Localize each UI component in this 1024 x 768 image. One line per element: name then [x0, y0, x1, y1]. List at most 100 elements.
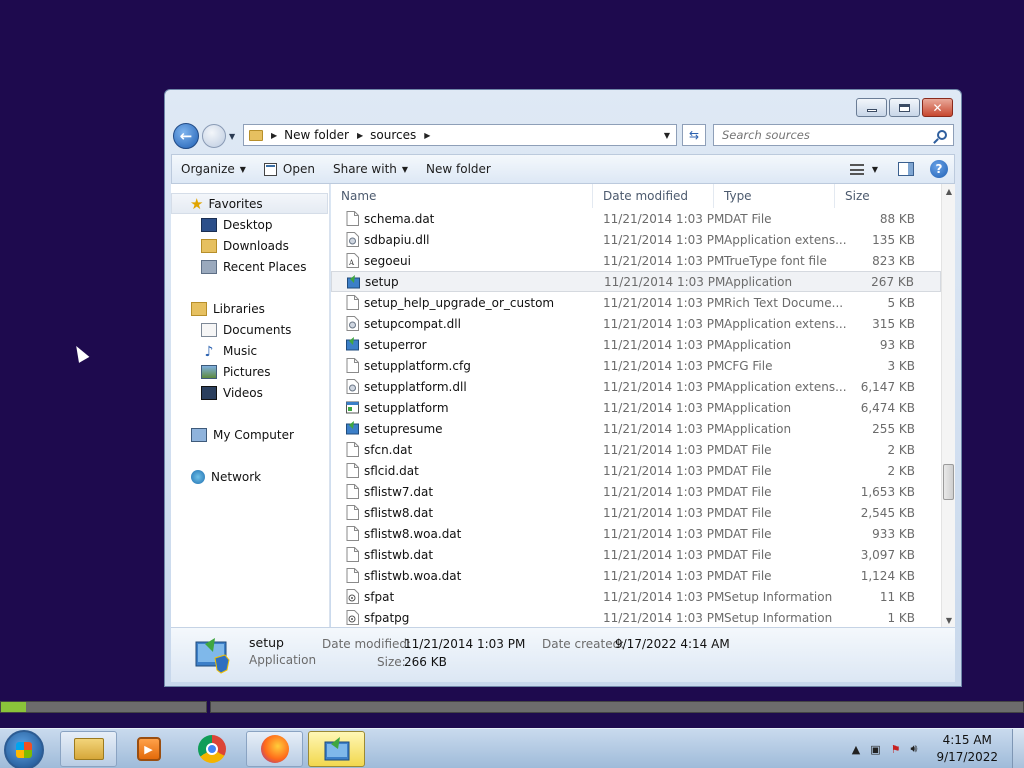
network-status-icon[interactable]: ▣: [870, 743, 880, 756]
taskbar-chrome[interactable]: [183, 731, 240, 767]
clock-time: 4:15 AM: [942, 733, 992, 747]
file-rows: schema.dat 11/21/2014 1:03 PM DAT File 88 K…: [331, 208, 941, 628]
file-row[interactable]: Asegoeui 11/21/2014 1:03 PM TrueType font …: [331, 250, 941, 271]
nav-videos[interactable]: Videos: [171, 382, 328, 403]
chevron-right-icon[interactable]: ▶: [271, 131, 277, 140]
file-row[interactable]: setupplatform.dll 11/21/2014 1:03 PM Appli…: [331, 376, 941, 397]
file-row[interactable]: setup_help_upgrade_or_custom 11/21/2014 1…: [331, 292, 941, 313]
chevron-right-icon[interactable]: ▶: [424, 131, 430, 140]
column-name[interactable]: Name: [331, 184, 593, 208]
file-row[interactable]: sfpat 11/21/2014 1:03 PM Setup Information…: [331, 586, 941, 607]
show-hidden-icons-icon[interactable]: ▲: [852, 743, 860, 756]
forward-button[interactable]: [202, 124, 226, 148]
file-row[interactable]: setuperror 11/21/2014 1:03 PM Application 9…: [331, 334, 941, 355]
back-button[interactable]: ←: [173, 123, 199, 149]
file-row[interactable]: setupplatform 11/21/2014 1:03 PM Applicati…: [331, 397, 941, 418]
organize-button[interactable]: Organize ▼: [172, 155, 255, 183]
file-row[interactable]: sfpatpg 11/21/2014 1:03 PM Setup Informati…: [331, 607, 941, 628]
open-button[interactable]: Open: [255, 155, 324, 183]
file-row[interactable]: sflistwb.dat 11/21/2014 1:03 PM DAT File 3,…: [331, 544, 941, 565]
file-size: 255 KB: [872, 421, 915, 436]
column-size[interactable]: Size: [835, 184, 911, 208]
recent-pages-dropdown[interactable]: ▼: [229, 132, 235, 141]
details-pane: setup Application Date modified: 11/21/2…: [171, 627, 955, 682]
nav-downloads[interactable]: Downloads: [171, 235, 328, 256]
clock[interactable]: 4:15 AM 9/17/2022: [936, 732, 998, 766]
file-row[interactable]: setupplatform.cfg 11/21/2014 1:03 PM CFG F…: [331, 355, 941, 376]
volume-icon[interactable]: 🔊︎: [911, 742, 918, 756]
scroll-up-icon[interactable]: ▲: [942, 184, 956, 198]
file-row[interactable]: setupcompat.dll 11/21/2014 1:03 PM Applica…: [331, 313, 941, 334]
chevron-down-icon[interactable]: ▼: [872, 165, 878, 174]
file-type: Application: [724, 400, 792, 415]
file-row[interactable]: sflistw7.dat 11/21/2014 1:03 PM DAT File 1,…: [331, 481, 941, 502]
file-row[interactable]: sflistw8.dat 11/21/2014 1:03 PM DAT File 2,…: [331, 502, 941, 523]
file-name: sflistwb.dat: [364, 547, 434, 562]
taskbar-media-player[interactable]: ▶: [120, 731, 177, 767]
preview-pane-icon[interactable]: [898, 162, 914, 176]
documents-icon: [201, 322, 217, 337]
file-row[interactable]: sflcid.dat 11/21/2014 1:03 PM DAT File 2 KB: [331, 460, 941, 481]
views-icon[interactable]: [849, 163, 864, 175]
file-row[interactable]: sfcn.dat 11/21/2014 1:03 PM DAT File 2 KB: [331, 439, 941, 460]
search-input[interactable]: [714, 128, 924, 142]
nav-pictures[interactable]: Pictures: [171, 361, 328, 382]
file-date-modified: 11/21/2014 1:03 PM: [603, 547, 725, 562]
file-icon: [346, 484, 359, 499]
scroll-thumb[interactable]: [943, 464, 954, 500]
breadcrumb-sources[interactable]: sources: [370, 128, 416, 142]
refresh-button[interactable]: ⇆: [682, 124, 706, 146]
column-type[interactable]: Type: [714, 184, 835, 208]
nav-libraries[interactable]: Libraries: [171, 298, 328, 319]
nav-favorites[interactable]: ★ Favorites: [171, 193, 328, 214]
nav-my-computer[interactable]: My Computer: [171, 424, 328, 445]
search-box[interactable]: [713, 124, 954, 146]
file-row[interactable]: sflistw8.woa.dat 11/21/2014 1:03 PM DAT Fi…: [331, 523, 941, 544]
taskbar-explorer[interactable]: [60, 731, 117, 767]
nav-recent-places[interactable]: Recent Places: [171, 256, 328, 277]
file-icon: [346, 463, 359, 478]
file-size: 1,124 KB: [860, 568, 915, 583]
close-button[interactable]: ✕: [922, 98, 953, 117]
nav-documents[interactable]: Documents: [171, 319, 328, 340]
new-folder-button[interactable]: New folder: [417, 155, 500, 183]
action-center-icon[interactable]: ⚑: [891, 743, 901, 756]
nav-network[interactable]: Network: [171, 466, 328, 487]
help-icon[interactable]: ?: [930, 160, 948, 178]
chevron-right-icon[interactable]: ▶: [357, 131, 363, 140]
file-row[interactable]: setupresume 11/21/2014 1:03 PM Application…: [331, 418, 941, 439]
maximize-button[interactable]: [889, 98, 920, 117]
minimize-icon: [866, 109, 877, 112]
file-size: 93 KB: [879, 337, 915, 352]
chevron-down-icon: ▼: [401, 164, 409, 174]
nav-music[interactable]: ♪ Music: [171, 340, 328, 361]
share-with-button[interactable]: Share with ▼: [324, 155, 417, 183]
file-date-modified: 11/21/2014 1:03 PM: [603, 211, 725, 226]
address-bar[interactable]: ▶ New folder ▶ sources ▶ ▼: [243, 124, 677, 146]
breadcrumb-new-folder[interactable]: New folder: [284, 128, 349, 142]
start-button[interactable]: [4, 730, 44, 768]
show-desktop-button[interactable]: [1012, 729, 1024, 768]
file-name: setupplatform.dll: [364, 379, 467, 394]
nav-music-label: Music: [223, 343, 258, 358]
address-dropdown[interactable]: ▼: [664, 131, 670, 140]
nav-documents-label: Documents: [223, 322, 292, 337]
file-row[interactable]: sflistwb.woa.dat 11/21/2014 1:03 PM DAT Fi…: [331, 565, 941, 586]
column-date-modified[interactable]: Date modified: [593, 184, 714, 208]
file-row[interactable]: schema.dat 11/21/2014 1:03 PM DAT File 88 K…: [331, 208, 941, 229]
file-name: setupplatform.cfg: [364, 358, 471, 373]
search-icon[interactable]: [937, 130, 947, 140]
file-size: 11 KB: [879, 589, 915, 604]
scroll-down-icon[interactable]: ▼: [942, 613, 956, 627]
nav-desktop[interactable]: Desktop: [171, 214, 328, 235]
file-row[interactable]: sdbapiu.dll 11/21/2014 1:03 PM Application…: [331, 229, 941, 250]
taskbar-setup[interactable]: [308, 731, 365, 767]
file-date-modified: 11/21/2014 1:03 PM: [603, 610, 725, 625]
minimize-button[interactable]: [856, 98, 887, 117]
file-type: DAT File: [724, 484, 772, 499]
taskbar-firefox[interactable]: [246, 731, 303, 767]
file-row[interactable]: setup 11/21/2014 1:03 PM Application 267 KB: [331, 271, 941, 292]
file-name: segoeui: [364, 253, 411, 268]
downloads-folder-icon: [201, 238, 217, 253]
vertical-scrollbar[interactable]: ▲ ▼: [941, 184, 955, 627]
